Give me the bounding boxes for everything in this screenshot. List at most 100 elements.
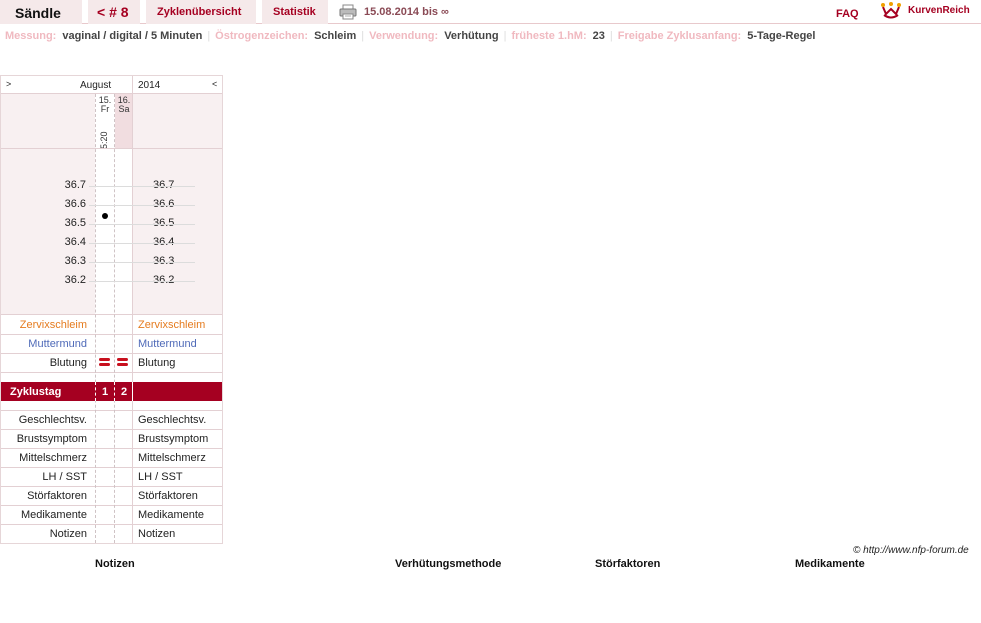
copyright-link[interactable]: © http://www.nfp-forum.de <box>853 545 969 556</box>
grid-line <box>1 372 222 373</box>
printer-icon[interactable] <box>339 4 357 20</box>
previous-cycle-button[interactable]: > <box>6 79 11 89</box>
month-label: August <box>80 80 112 91</box>
next-cycle-button[interactable]: < <box>212 79 217 89</box>
grid-line <box>1 467 222 468</box>
temp-axis-right: 36.4 <box>153 236 175 248</box>
bleeding-label: Blutung <box>49 357 87 369</box>
grid-line <box>1 93 222 94</box>
cervix-label-right: Muttermund <box>138 338 197 350</box>
day-header-16[interactable]: 16. Sa <box>115 94 133 148</box>
bleeding-label-right: Blutung <box>138 357 176 369</box>
temp-axis-left: 36.6 <box>64 198 86 210</box>
temp-axis-right: 36.5 <box>153 217 175 229</box>
bleeding-marker <box>117 358 128 361</box>
separator: | <box>609 30 613 42</box>
top-bar: Sändle < # 8 Zyklenübersicht Statistik 1… <box>0 0 981 24</box>
temp-axis-right: 36.7 <box>153 179 175 191</box>
row-medication-right: Medikamente <box>138 509 205 521</box>
cycle-day-label: Zyklustag <box>10 386 62 398</box>
row-breast-symptom-right: Brustsymptom <box>138 433 209 445</box>
temp-grid-line <box>89 243 135 244</box>
separator: | <box>361 30 365 42</box>
cycle-day-row: Zyklustag 1 2 <box>1 382 222 401</box>
temp-grid-line <box>89 262 135 263</box>
usage-label: Verwendung: <box>369 30 439 42</box>
cervix-label: Muttermund <box>28 338 87 350</box>
cycle-number-button[interactable]: < # 8 <box>88 0 140 24</box>
separator: | <box>503 30 507 42</box>
estrogen-label: Östrogenzeichen: <box>215 30 309 42</box>
cervix-mucus-label: Zervixschleim <box>19 319 87 331</box>
row-mittelschmerz-right: Mittelschmerz <box>138 452 206 464</box>
date-range: 15.08.2014 bis ∞ <box>364 6 449 18</box>
earliest-value: 23 <box>592 30 605 42</box>
bleeding-marker <box>99 358 110 361</box>
bleeding-marker <box>99 363 110 366</box>
temp-axis-left: 36.3 <box>64 255 86 267</box>
temp-axis-right: 36.3 <box>153 255 175 267</box>
logo-text: KurvenReich <box>908 5 970 16</box>
temp-grid-line <box>135 262 195 263</box>
day-weekday: Fr <box>100 104 110 114</box>
row-disturbances-right: Störfaktoren <box>138 490 198 502</box>
measurement-time-text: 5:20 <box>99 131 109 149</box>
grid-line <box>1 486 222 487</box>
logo[interactable]: KurvenReich <box>880 1 981 21</box>
release-value: 5-Tage-Regel <box>747 30 816 42</box>
tab-cycle-overview[interactable]: Zyklenübersicht <box>146 0 256 24</box>
temp-grid-line <box>135 186 195 187</box>
temp-axis-left: 36.7 <box>64 179 86 191</box>
release-label: Freigabe Zyklusanfang: <box>617 30 742 42</box>
row-lh-test: LH / SST <box>42 471 87 483</box>
column-divider <box>132 76 133 543</box>
tab-statistics[interactable]: Statistik <box>262 0 328 24</box>
row-disturbances: Störfaktoren <box>27 490 87 502</box>
grid-line <box>1 334 222 335</box>
bleeding-marker <box>117 363 128 366</box>
temp-axis-left: 36.2 <box>64 274 86 286</box>
footer-heading-medication: Medikamente <box>795 558 865 570</box>
temp-grid-line <box>89 224 135 225</box>
row-breast-symptom: Brustsymptom <box>16 433 87 445</box>
usage-value: Verhütung <box>444 30 499 42</box>
temp-grid-line <box>135 281 195 282</box>
separator: | <box>207 30 211 42</box>
row-notes-right: Notizen <box>138 528 176 540</box>
temperature-point[interactable] <box>102 213 108 220</box>
row-lh-test-right: LH / SST <box>138 471 183 483</box>
estrogen-value: Schleim <box>314 30 357 42</box>
footer-heading-notes: Notizen <box>95 558 135 570</box>
temp-axis-left: 36.5 <box>64 217 86 229</box>
temp-grid-line <box>135 243 195 244</box>
earliest-label: früheste 1.hM: <box>511 30 587 42</box>
year-label: 2014 <box>138 80 161 91</box>
cycle-day-number: 2 <box>120 386 128 398</box>
day-divider <box>95 94 96 543</box>
measurement-value: vaginal / digital / 5 Minuten <box>62 30 203 42</box>
grid-line <box>1 429 222 430</box>
grid-line <box>1 505 222 506</box>
row-intercourse: Geschlechtsv. <box>18 414 87 426</box>
grid-line <box>1 524 222 525</box>
temp-grid-line <box>89 205 135 206</box>
grid-line <box>1 448 222 449</box>
cycle-settings-line: Messung: vaginal / digital / 5 Minuten | Ös… <box>5 30 815 44</box>
temp-grid-line <box>135 205 195 206</box>
cycle-chart: > August 2014 < 15. Fr 16. Sa 5:20 36.7 … <box>0 75 223 544</box>
temp-grid-line <box>89 186 135 187</box>
measurement-time: 5:20 <box>99 125 111 149</box>
day-weekday: Sa <box>118 104 130 114</box>
grid-line <box>1 353 222 354</box>
temp-grid-line <box>89 281 135 282</box>
grid-line <box>1 410 222 411</box>
temp-axis-left: 36.4 <box>64 236 86 248</box>
footer-heading-contraception: Verhütungsmethode <box>395 558 502 570</box>
temp-axis-right: 36.6 <box>153 198 175 210</box>
user-name: Sändle <box>0 0 82 24</box>
measurement-label: Messung: <box>5 30 57 42</box>
row-mittelschmerz: Mittelschmerz <box>19 452 87 464</box>
faq-link[interactable]: FAQ <box>836 8 859 20</box>
kurvenreich-crown-icon <box>881 2 901 19</box>
row-intercourse-right: Geschlechtsv. <box>138 414 207 426</box>
